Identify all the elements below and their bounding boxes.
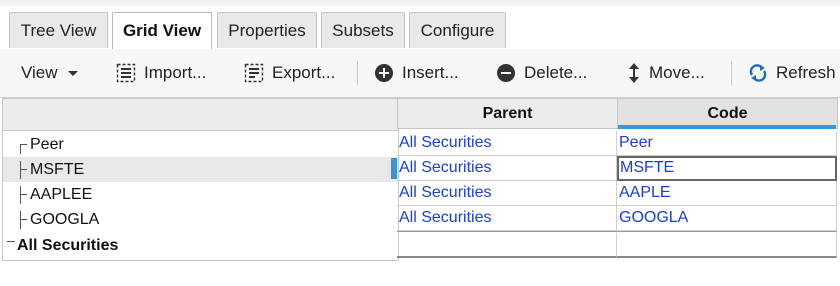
row-header-pane: Peer MSFTE AAPLEE GOOGLA All Securities [2,98,399,261]
cell-code-focused[interactable]: MSFTE [617,156,837,181]
cell-parent[interactable]: All Securities [397,181,617,206]
tree-branch-icon [20,161,28,179]
tree-row-all-securities[interactable]: All Securities [3,233,398,258]
view-label: View [21,63,58,82]
tree-row-label: GOOGLA [30,211,100,228]
move-label: Move... [649,63,705,82]
cell-parent[interactable]: All Securities [397,206,617,231]
delete-label: Delete... [524,63,588,82]
delete-button[interactable]: Delete... [496,49,587,97]
import-icon [116,63,136,83]
refresh-label: Refresh [776,63,836,82]
row-header-corner [3,98,398,131]
move-button[interactable]: Move... [627,49,705,97]
insert-label: Insert... [402,63,459,82]
plus-circle-icon [374,63,394,83]
view-menu-button[interactable]: View [21,49,78,97]
import-label: Import... [144,63,207,82]
export-button[interactable]: Export... [244,49,335,97]
caret-down-icon [67,70,78,76]
move-vertical-icon [627,62,641,84]
refresh-icon [748,63,768,83]
tree-row-label: MSFTE [30,161,85,178]
tab-configure[interactable]: Configure [409,12,506,48]
total-row-divider [397,231,837,232]
tree-row-aaplee[interactable]: AAPLEE [3,182,398,207]
toolbar-separator [731,61,732,85]
refresh-button[interactable]: Refresh [748,49,836,97]
tree-row-peer[interactable]: Peer [3,132,398,157]
tree-row-label: AAPLEE [30,186,93,203]
tree-branch-icon [20,186,28,204]
cell-code[interactable]: Peer [617,131,837,156]
export-label: Export... [272,63,336,82]
insert-button[interactable]: Insert... [374,49,459,97]
tree-row-label: Peer [30,136,64,153]
tree-row-googla[interactable]: GOOGLA [3,207,398,232]
tree-row-msfte[interactable]: MSFTE [3,157,398,182]
export-icon [244,63,264,83]
tab-grid-view[interactable]: Grid View [112,12,212,50]
tab-properties[interactable]: Properties [217,12,317,48]
cell-code[interactable]: AAPLE [617,181,837,206]
cell-parent[interactable]: All Securities [397,156,617,181]
tree-branch-icon [20,211,28,229]
tab-tree-view[interactable]: Tree View [9,12,108,48]
cell-parent-total[interactable] [397,233,617,258]
tree-root-icon [7,237,15,255]
minus-circle-icon [496,63,516,83]
cell-code[interactable]: GOOGLA [617,206,837,231]
tab-bar: Tree View Grid View Properties Subsets C… [0,6,840,50]
tree-root-label: All Securities [17,237,119,254]
code-column-active-indicator [618,125,836,129]
cell-parent[interactable]: All Securities [397,131,617,156]
import-button[interactable]: Import... [116,49,206,97]
tree-branch-icon [20,136,28,154]
column-header-parent[interactable]: Parent [397,98,618,129]
cell-code-total[interactable] [617,233,837,258]
toolbar: View Import... Export... Insert... Delet… [0,49,840,98]
toolbar-separator [357,61,358,85]
tab-subsets[interactable]: Subsets [321,12,405,48]
